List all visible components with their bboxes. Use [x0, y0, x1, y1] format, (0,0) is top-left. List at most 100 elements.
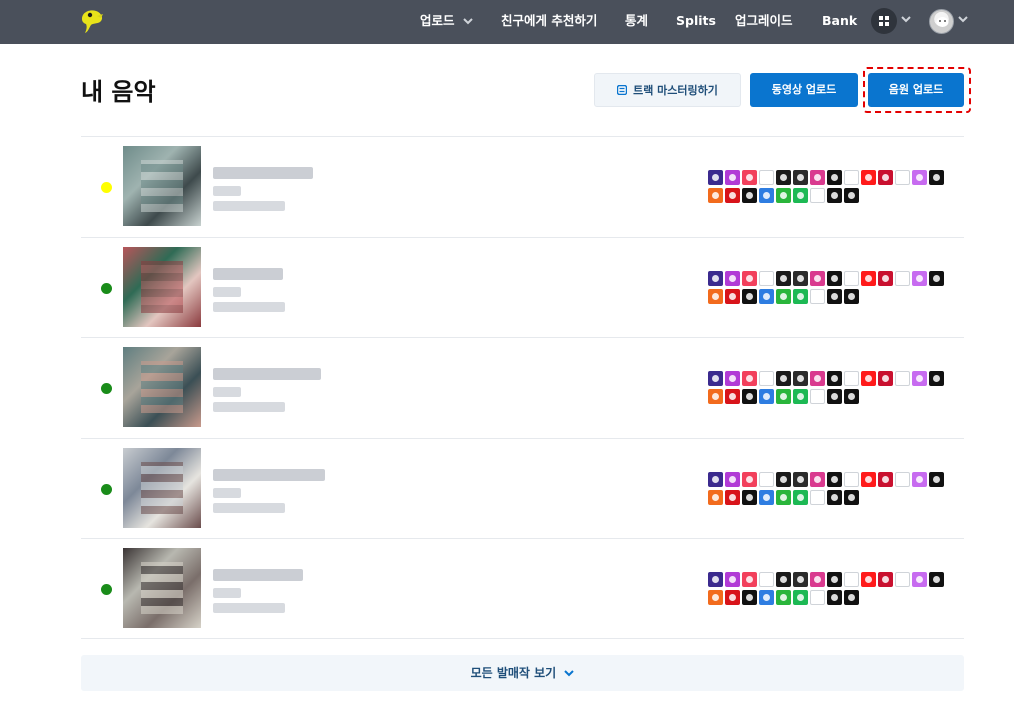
store-icon-row [708, 572, 948, 587]
tidal-icon [810, 188, 825, 203]
instagram-icon [810, 471, 825, 487]
tiktok-icon [844, 188, 859, 203]
qobuz-icon [742, 489, 757, 505]
jiosaavn-icon [827, 572, 842, 587]
napster-icon [929, 471, 944, 487]
boomplay-icon [776, 170, 791, 185]
tencent-icon [827, 389, 842, 404]
page-title: 내 음악 [81, 78, 156, 106]
show-all-label: 모든 발매작 보기 [470, 666, 557, 680]
melon-icon [776, 188, 791, 203]
release-title-obscured[interactable] [213, 569, 303, 581]
user-avatar-icon [936, 17, 949, 27]
tidal-icon [810, 590, 825, 605]
audiomack-icon [759, 572, 774, 587]
release-title-obscured[interactable] [213, 167, 313, 179]
netease-icon [725, 590, 740, 605]
release-title-obscured[interactable] [213, 368, 321, 380]
chevron-down-icon [463, 18, 473, 25]
release-row[interactable] [81, 236, 964, 338]
video-upload-button[interactable]: 동영상 업로드 [750, 73, 858, 107]
store-icon-row [708, 270, 948, 286]
deezer-icon [793, 572, 808, 587]
nav-refer-friend[interactable]: 친구에게 추천하기 [501, 0, 597, 44]
itunes-icon [912, 471, 927, 487]
avatar[interactable] [929, 9, 954, 34]
nav-upgrade[interactable]: 업그레이드 [735, 0, 793, 44]
show-all-releases-button[interactable]: 모든 발매작 보기 [81, 655, 964, 691]
release-meta-obscured [213, 502, 285, 513]
album-cover[interactable] [123, 146, 201, 226]
logo-icon[interactable] [78, 7, 106, 35]
boomplay-icon [776, 270, 791, 286]
album-cover[interactable] [123, 548, 201, 628]
store-icons [708, 572, 948, 608]
album-cover-art [141, 562, 183, 614]
grid-icon [879, 16, 889, 26]
flo-icon [844, 572, 859, 587]
soundcloud-icon [708, 489, 723, 505]
kkbox-icon [895, 572, 910, 587]
qobuz-icon [742, 188, 757, 203]
release-title-obscured[interactable] [213, 468, 325, 481]
youtube-icon [861, 471, 876, 487]
soundcloud-icon [708, 590, 723, 605]
nav-splits[interactable]: Splits [676, 0, 716, 44]
release-list [81, 136, 964, 639]
jiosaavn-icon [827, 170, 842, 185]
album-cover[interactable] [123, 246, 201, 327]
release-row[interactable] [81, 337, 964, 438]
nav-stats-label: 통계 [625, 13, 649, 28]
pandora-icon [759, 188, 774, 203]
boomplay-icon [776, 572, 791, 587]
mastering-button[interactable]: 트랙 마스터링하기 [594, 73, 741, 107]
status-indicator-live [101, 282, 112, 294]
youtube-icon [861, 270, 876, 286]
flo-icon [844, 471, 859, 487]
release-row[interactable] [81, 437, 964, 539]
youtube-icon [861, 572, 876, 587]
release-row[interactable] [81, 538, 964, 639]
chevron-down-icon[interactable] [958, 16, 968, 23]
pandora-icon [759, 590, 774, 605]
flo-icon [844, 170, 859, 185]
anghami-icon [725, 270, 740, 286]
album-cover-art [141, 160, 183, 212]
spotify-icon [793, 489, 808, 505]
album-cover[interactable] [123, 447, 201, 528]
iheartradio-icon [878, 270, 893, 286]
mastering-icon [617, 85, 628, 95]
itunes-icon [912, 170, 927, 185]
soundcloud-icon [708, 288, 723, 304]
kkbox-icon [895, 170, 910, 185]
release-meta-obscured [213, 487, 241, 498]
release-row[interactable] [81, 136, 964, 237]
spotify-icon [793, 188, 808, 203]
chevron-down-icon [564, 670, 575, 677]
release-title-obscured[interactable] [213, 267, 283, 280]
amazon-music-icon [708, 270, 723, 286]
store-icon-row [708, 188, 948, 203]
netease-icon [725, 288, 740, 304]
nav-stats[interactable]: 통계 [625, 0, 648, 44]
amazon-music-icon [708, 471, 723, 487]
pandora-icon [759, 389, 774, 404]
chevron-down-icon[interactable] [901, 16, 911, 23]
itunes-icon [912, 572, 927, 587]
melon-icon [776, 288, 791, 304]
audiomack-icon [759, 371, 774, 386]
status-indicator-pending [101, 182, 112, 193]
nav-bank-label: Bank [822, 13, 858, 28]
release-meta-obscured [213, 387, 241, 397]
release-meta-obscured [213, 186, 241, 196]
qobuz-icon [742, 389, 757, 404]
album-cover[interactable] [123, 347, 201, 427]
nav-bank[interactable]: Bank [822, 0, 857, 44]
napster-icon [929, 371, 944, 386]
nav-upload[interactable]: 업로드 [420, 0, 473, 44]
napster-icon [929, 572, 944, 587]
nav-splits-label: Splits [676, 13, 716, 28]
apps-grid-button[interactable] [871, 8, 897, 34]
release-meta-obscured [213, 588, 241, 598]
itunes-icon [912, 371, 927, 386]
